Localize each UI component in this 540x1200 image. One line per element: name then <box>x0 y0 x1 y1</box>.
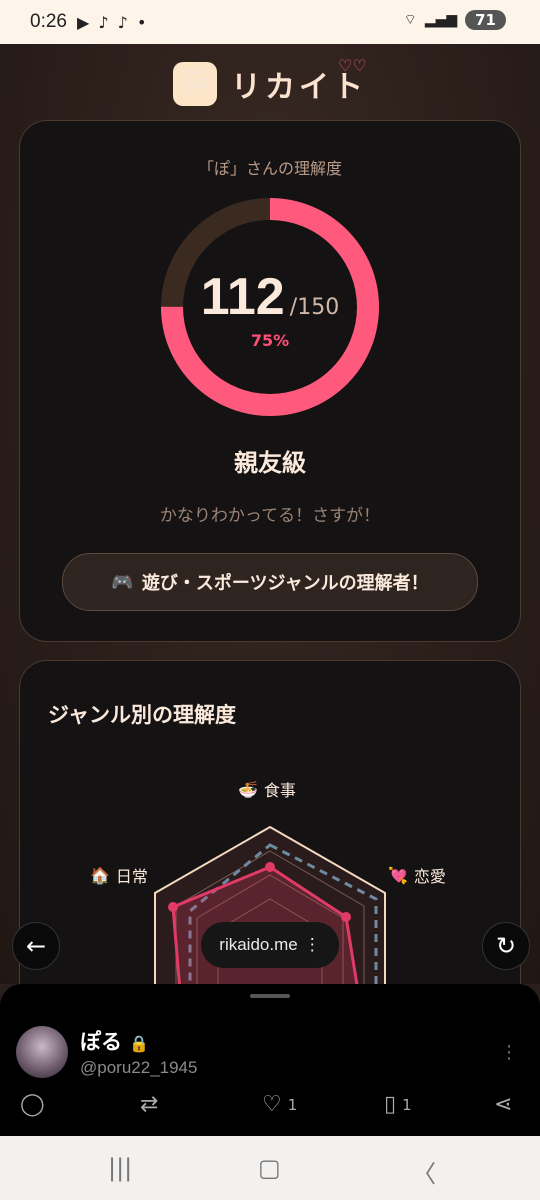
lock-icon: 🔒 <box>129 1034 150 1053</box>
reload-button[interactable]: ↻ <box>482 922 530 970</box>
heart-arrow-icon: 💘 <box>388 865 408 885</box>
rank-comment: かなりわかってる！さすが！ <box>159 506 381 526</box>
app-content: 🐱 リカイト ♡♡ 「ぽ」さんの理解度 112 /150 75% 親友級 かなり… <box>0 44 540 984</box>
back-nav-icon[interactable]: 〈 <box>412 1154 436 1189</box>
url-text: rikaido.me <box>219 935 298 954</box>
more-vert-icon[interactable]: ⋮ <box>500 1042 518 1063</box>
share-icon: ⋖ <box>494 1092 513 1117</box>
noodle-icon: 🍜 <box>238 779 258 799</box>
score-title: 「ぽ」さんの理解度 <box>197 159 342 178</box>
notification-icons: ▶ ♪ ♪ • <box>76 12 149 32</box>
house-icon: 🏠 <box>90 865 110 885</box>
tweet-sheet: ぽる 🔒 @poru22_1945 ⋮ ◯ ⇄ ♡ 1 ▯ 1 ⋖ <box>0 984 540 1136</box>
axis-label-text: 日常 <box>115 867 148 886</box>
genre-badge: 🎮 遊び・スポーツジャンルの理解者！ <box>62 553 478 611</box>
bookmark-button[interactable]: ▯ 1 <box>384 1092 412 1117</box>
rank-title: 親友級 <box>234 449 306 477</box>
score-card: 「ぽ」さんの理解度 112 /150 75% 親友級 かなりわかってる！さすが！… <box>19 120 521 642</box>
score-percent: 75% <box>250 331 290 350</box>
tweet-actions: ◯ ⇄ ♡ 1 ▯ 1 ⋖ <box>0 1092 540 1128</box>
tweet-user[interactable]: ぽる 🔒 <box>80 1026 149 1056</box>
retweet-button[interactable]: ⇄ <box>140 1092 158 1117</box>
hearts-icon: ♡♡ <box>338 56 367 75</box>
recents-icon[interactable]: ||| <box>108 1154 132 1182</box>
battery-indicator: 71 <box>465 10 506 30</box>
axis-label-text: 恋愛 <box>413 867 446 886</box>
cat-logo-icon: 🐱 <box>173 62 217 106</box>
user-name: ぽる <box>80 1030 122 1054</box>
radar-point <box>168 902 178 912</box>
like-count: 1 <box>287 1095 298 1114</box>
status-time: 0:26 <box>30 11 67 32</box>
avatar[interactable] <box>16 1026 68 1078</box>
axis-label-daily: 🏠 日常 <box>90 863 148 887</box>
bookmark-icon: ▯ <box>384 1092 397 1117</box>
score-value: 112 <box>200 268 285 326</box>
reload-icon: ↻ <box>495 932 517 960</box>
badge-label: 遊び・スポーツジャンルの理解者！ <box>141 573 429 594</box>
sheet-handle[interactable] <box>250 994 290 998</box>
arrow-left-icon: ← <box>25 932 47 960</box>
heart-icon: ♡ <box>262 1092 282 1117</box>
system-nav-bar: ||| ▢ 〈 <box>0 1136 540 1200</box>
url-pill[interactable]: rikaido.me ⋮ <box>201 922 339 968</box>
signal-icon: ▂▄▆ <box>424 12 458 28</box>
radar-point <box>265 862 275 872</box>
home-icon[interactable]: ▢ <box>258 1154 281 1182</box>
radar-point <box>341 912 351 922</box>
comment-icon: ◯ <box>20 1092 45 1117</box>
axis-label-love: 💘 恋愛 <box>388 863 446 887</box>
more-vert-icon[interactable]: ⋮ <box>304 935 321 955</box>
gamepad-icon: 🎮 <box>111 571 134 593</box>
retweet-icon: ⇄ <box>140 1092 159 1117</box>
share-button[interactable]: ⋖ <box>494 1092 512 1117</box>
score-max: /150 <box>289 295 340 320</box>
reply-button[interactable]: ◯ <box>20 1092 45 1117</box>
score-value-row: 112 /150 <box>20 267 520 327</box>
app-header: 🐱 リカイト <box>0 62 540 106</box>
back-button[interactable]: ← <box>12 922 60 970</box>
bookmark-count: 1 <box>402 1095 412 1114</box>
axis-label-food: 🍜 食事 <box>238 777 296 801</box>
user-handle[interactable]: @poru22_1945 <box>80 1058 197 1078</box>
axis-label-text: 食事 <box>263 781 296 800</box>
like-button[interactable]: ♡ 1 <box>262 1092 297 1117</box>
status-bar: 0:26 ▶ ♪ ♪ • ⌔ ▂▄▆ 71 <box>0 0 540 44</box>
wifi-icon: ⌔ <box>403 12 417 28</box>
